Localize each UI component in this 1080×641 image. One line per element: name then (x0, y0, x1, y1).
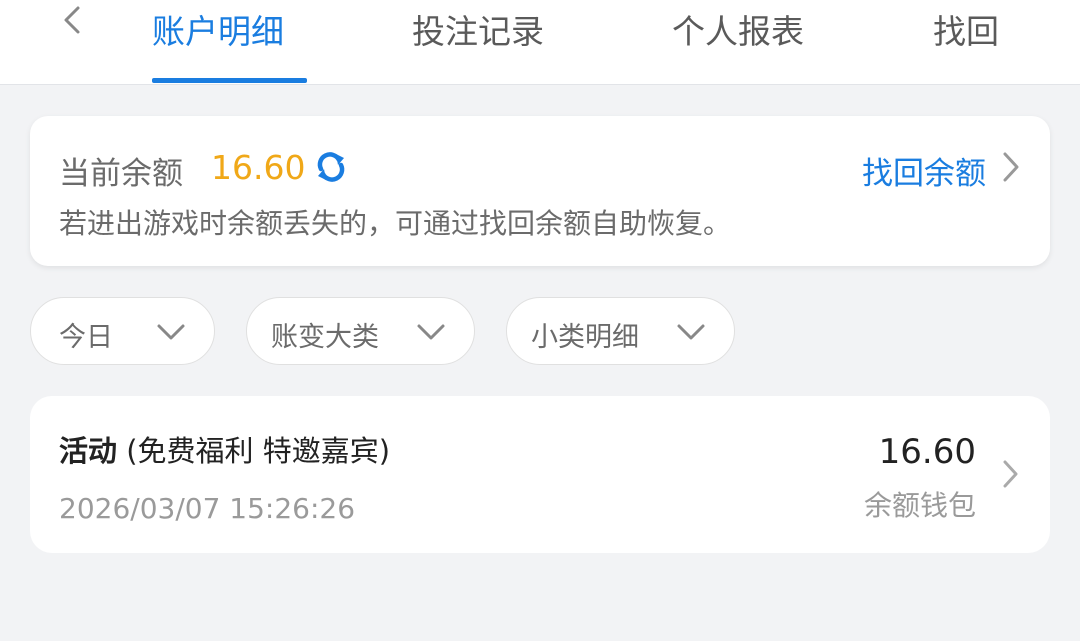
chevron-down-icon (677, 324, 705, 340)
tab-personal-report[interactable]: 个人报表 (672, 10, 804, 54)
chevron-right-icon[interactable] (998, 150, 1024, 184)
balance-hint: 若进出游戏时余额丢失的，可通过找回余额自助恢复。 (59, 207, 732, 240)
record-detail: (免费福利 特邀嘉宾) (126, 434, 391, 468)
filter-category[interactable]: 账变大类 (246, 297, 475, 365)
record-category: 活动 (59, 434, 118, 468)
top-tab-bar: 账户明细 投注记录 个人报表 找回 (0, 0, 1080, 85)
tab-recover[interactable]: 找回 (933, 10, 999, 54)
filter-subcategory[interactable]: 小类明细 (506, 297, 735, 365)
tab-account-details[interactable]: 账户明细 (152, 10, 284, 54)
chevron-down-icon (417, 324, 445, 340)
record-wallet: 余额钱包 (863, 489, 976, 522)
filter-subcategory-label: 小类明细 (531, 322, 639, 353)
back-button[interactable] (52, 0, 92, 40)
filter-category-label: 账变大类 (271, 322, 379, 353)
record-timestamp: 2026/03/07 15:26:26 (59, 492, 356, 525)
balance-label: 当前余额 (59, 156, 183, 192)
filter-date[interactable]: 今日 (30, 297, 215, 365)
filter-date-label: 今日 (59, 322, 113, 353)
refresh-icon[interactable] (312, 148, 350, 186)
active-tab-indicator (152, 78, 307, 83)
transaction-record[interactable]: 活动 (免费福利 特邀嘉宾) 2026/03/07 15:26:26 16.60… (30, 396, 1050, 553)
record-amount: 16.60 (878, 432, 976, 472)
recover-balance-link[interactable]: 找回余额 (862, 148, 986, 193)
chevron-right-icon[interactable] (1000, 458, 1022, 490)
chevron-down-icon (157, 324, 185, 340)
record-title: 活动 (免费福利 特邀嘉宾) (59, 428, 390, 470)
chevron-left-icon (64, 6, 80, 34)
tab-bet-records[interactable]: 投注记录 (412, 10, 544, 54)
balance-value: 16.60 (211, 148, 306, 187)
balance-card: 当前余额 16.60 找回余额 若进出游戏时余额丢失的，可通过找回余额自助恢复。 (30, 116, 1050, 266)
